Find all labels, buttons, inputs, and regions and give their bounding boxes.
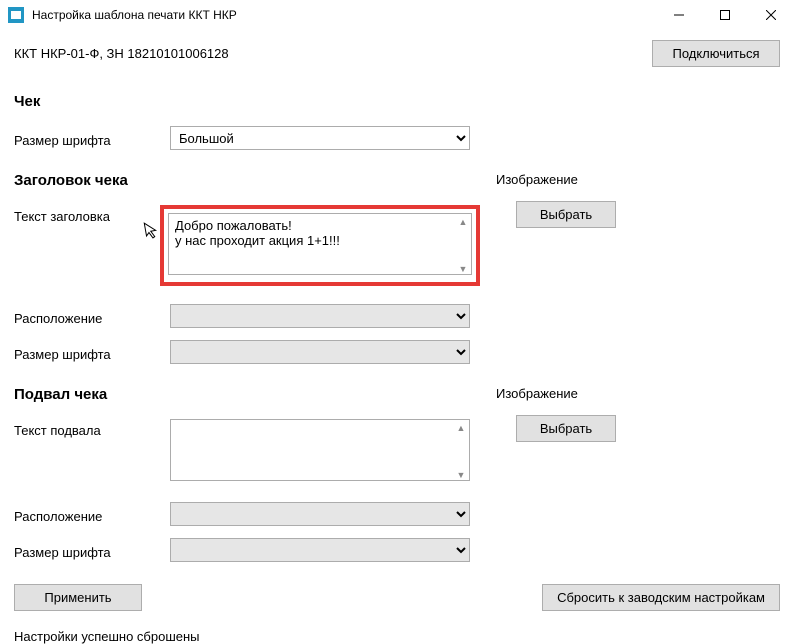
window-controls	[656, 0, 794, 30]
top-row: ККТ НКР-01-Ф, ЗН 18210101006128 Подключи…	[14, 40, 780, 67]
scroll-down-icon[interactable]: ▼	[456, 262, 470, 276]
close-button[interactable]	[748, 0, 794, 30]
device-info: ККТ НКР-01-Ф, ЗН 18210101006128	[14, 46, 229, 61]
header-position-label: Расположение	[14, 307, 170, 326]
header-position-select[interactable]	[170, 304, 470, 328]
header-position-row: Расположение	[14, 304, 470, 328]
section-header-title: Заголовок чека	[14, 172, 470, 189]
footer-image-select-button[interactable]: Выбрать	[516, 415, 616, 442]
close-icon	[766, 10, 776, 20]
minimize-button[interactable]	[656, 0, 702, 30]
header-text-highlight: ▲ ▼	[160, 205, 480, 286]
minimize-icon	[674, 10, 684, 20]
header-section: Заголовок чека Текст заголовка ▲ ▼ Распо…	[14, 172, 780, 376]
footer-image-col: Изображение Выбрать	[496, 386, 716, 574]
check-font-row: Размер шрифта Большой	[14, 126, 780, 150]
footer-text-label: Текст подвала	[14, 419, 170, 438]
content-area: ККТ НКР-01-Ф, ЗН 18210101006128 Подключи…	[0, 30, 794, 644]
header-font-select[interactable]	[170, 340, 470, 364]
footer-font-row: Размер шрифта	[14, 538, 470, 562]
scroll-up-icon[interactable]: ▲	[456, 215, 470, 229]
footer-section: Подвал чека Текст подвала ▲ ▼ Расположен…	[14, 386, 780, 574]
app-icon	[8, 7, 24, 23]
bottom-row: Применить Сбросить к заводским настройка…	[14, 584, 780, 611]
header-text-label: Текст заголовка	[14, 205, 170, 224]
footer-position-select[interactable]	[170, 502, 470, 526]
footer-font-label: Размер шрифта	[14, 541, 170, 560]
header-text-row: Текст заголовка ▲ ▼	[14, 205, 470, 286]
header-font-label: Размер шрифта	[14, 343, 170, 362]
header-text-input[interactable]	[168, 213, 472, 275]
footer-image-label: Изображение	[496, 386, 716, 401]
maximize-icon	[720, 10, 730, 20]
apply-button[interactable]: Применить	[14, 584, 142, 611]
footer-text-row: Текст подвала ▲ ▼	[14, 419, 470, 484]
section-footer-title: Подвал чека	[14, 386, 470, 403]
footer-position-label: Расположение	[14, 505, 170, 524]
header-image-col: Изображение Выбрать	[496, 172, 716, 376]
connect-button[interactable]: Подключиться	[652, 40, 780, 67]
header-image-label: Изображение	[496, 172, 716, 187]
titlebar: Настройка шаблона печати ККТ НКР	[0, 0, 794, 30]
scroll-down-icon[interactable]: ▼	[454, 468, 468, 482]
maximize-button[interactable]	[702, 0, 748, 30]
header-font-row: Размер шрифта	[14, 340, 470, 364]
window-title: Настройка шаблона печати ККТ НКР	[32, 8, 656, 22]
footer-text-input[interactable]	[170, 419, 470, 481]
status-text: Настройки успешно сброшены	[14, 629, 780, 644]
scroll-up-icon[interactable]: ▲	[454, 421, 468, 435]
check-font-label: Размер шрифта	[14, 129, 170, 148]
footer-position-row: Расположение	[14, 502, 470, 526]
section-check-title: Чек	[14, 93, 780, 110]
check-font-select[interactable]: Большой	[170, 126, 470, 150]
reset-button[interactable]: Сбросить к заводским настройкам	[542, 584, 780, 611]
header-image-select-button[interactable]: Выбрать	[516, 201, 616, 228]
footer-font-select[interactable]	[170, 538, 470, 562]
